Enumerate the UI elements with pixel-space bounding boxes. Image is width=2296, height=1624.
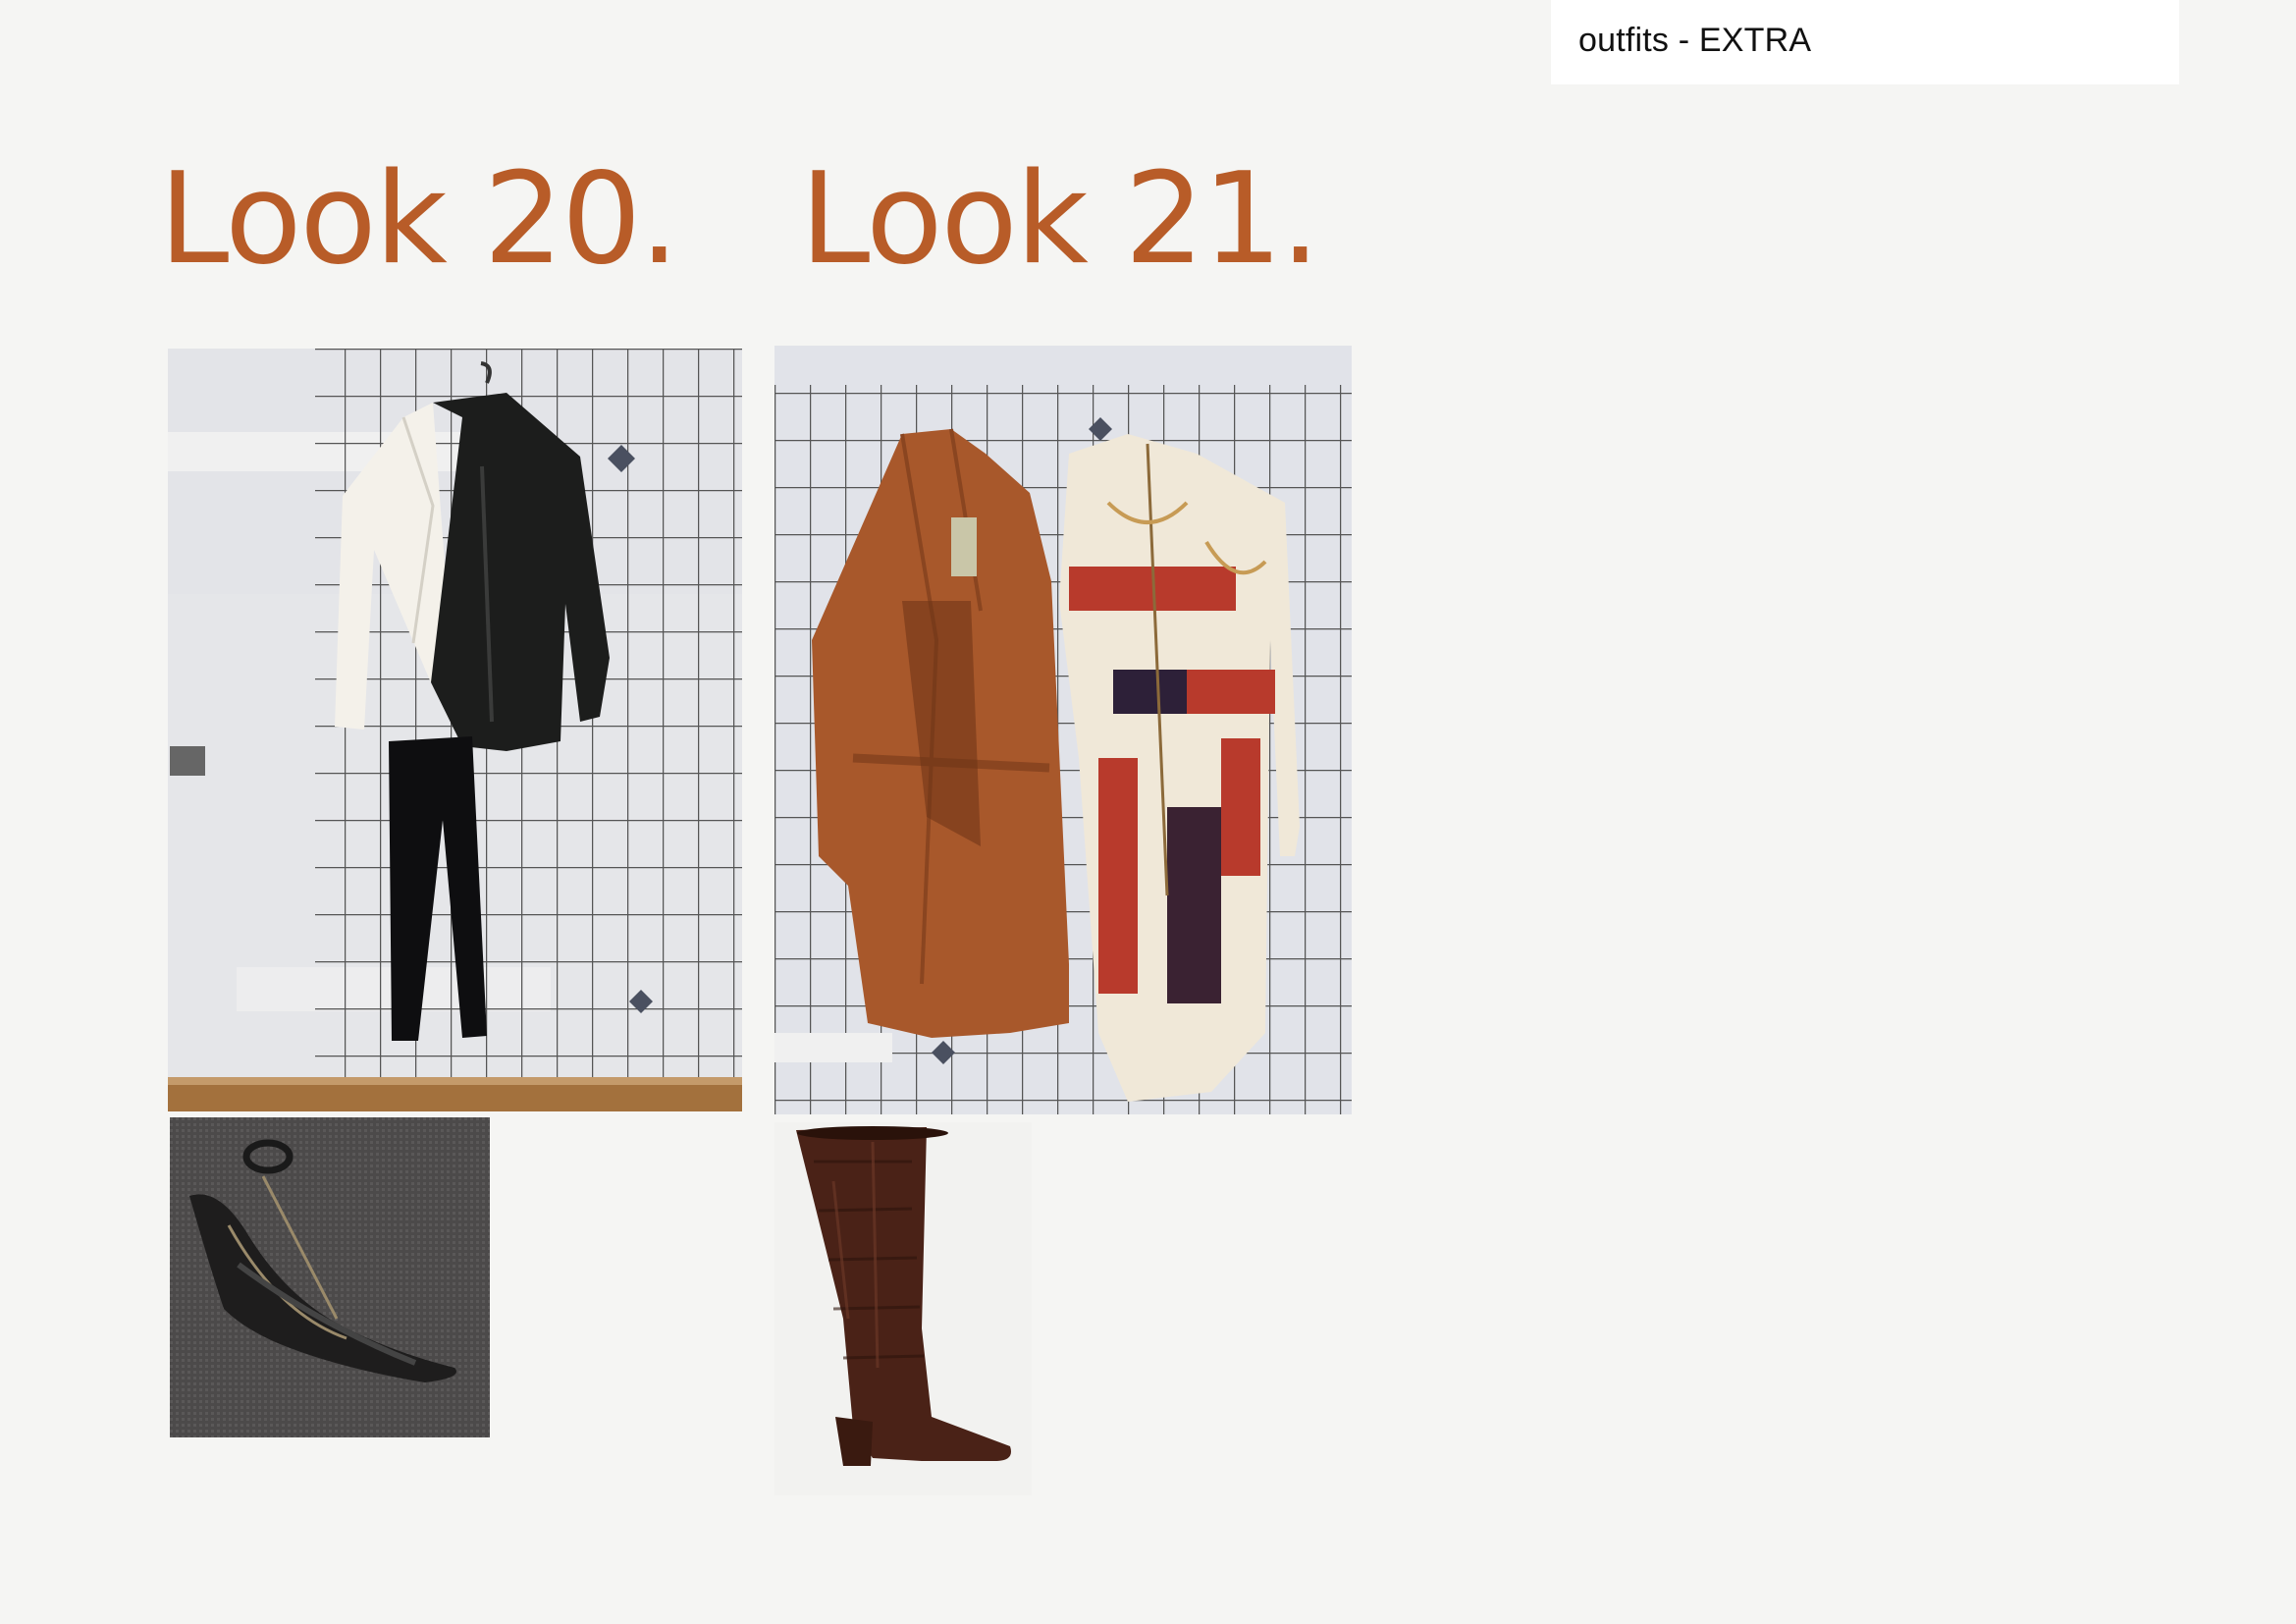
look-20-outfit-photo: [168, 349, 742, 1111]
section-header-label: outfits - EXTRA: [1578, 22, 1812, 59]
look-21-title: Look 21.: [800, 146, 1320, 293]
look-21-outfit-photo: [774, 346, 1352, 1114]
section-header-tab: outfits - EXTRA: [1551, 0, 2179, 84]
look-20-shoe-photo: [170, 1117, 490, 1437]
look-20-title: Look 20.: [159, 146, 679, 293]
look-21-boot-photo: [774, 1122, 1032, 1495]
